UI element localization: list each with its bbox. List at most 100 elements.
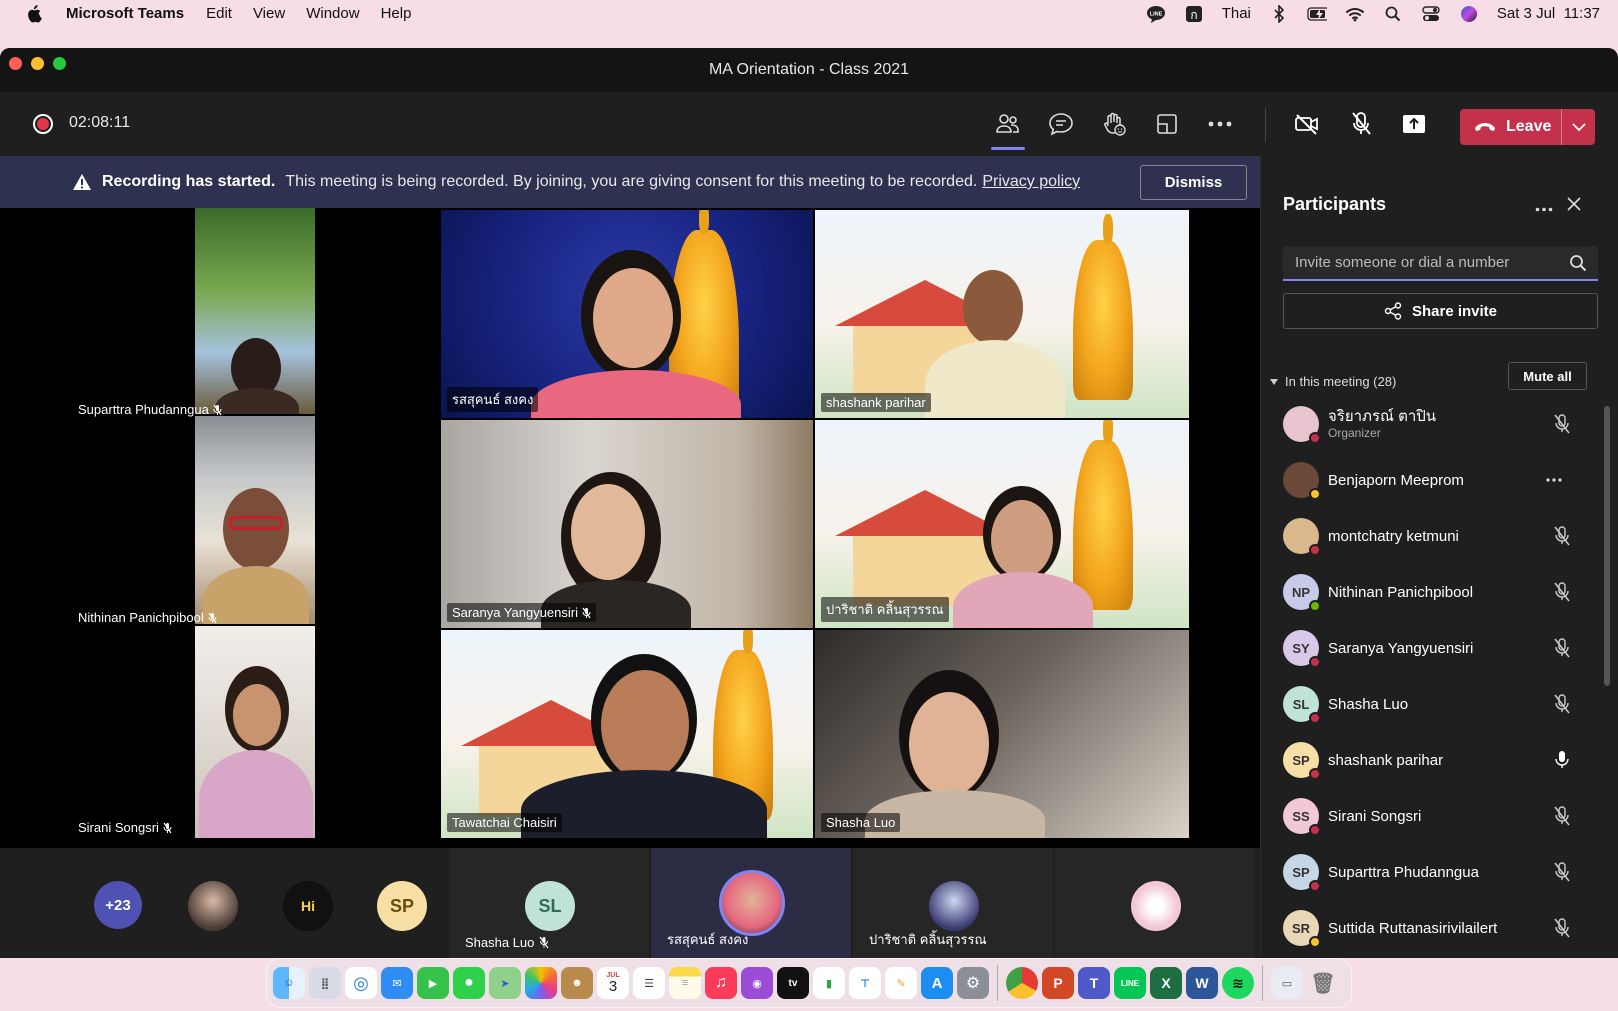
strip-slot-shasha[interactable]: SL Shasha Luo [449, 848, 649, 958]
control-center-icon[interactable] [1421, 5, 1441, 23]
mic-off-icon[interactable] [1551, 637, 1573, 659]
share-invite-button[interactable]: Share invite [1283, 293, 1598, 329]
siri-icon[interactable] [1459, 5, 1479, 23]
video-tile-rossukhon[interactable]: รสสุคนธ์ สงคง [441, 210, 813, 418]
strip-slot-rossukhon[interactable]: รสสุคนธ์ สงคง [651, 848, 851, 958]
menu-view[interactable]: View [253, 5, 285, 22]
dismiss-button[interactable]: Dismiss [1140, 165, 1247, 200]
excel-icon[interactable]: X [1150, 967, 1182, 999]
strip-slot-parichat[interactable]: ปาริชาติ คลิ้นสุวรรณ [853, 848, 1053, 958]
numbers-icon[interactable]: ▮ [813, 967, 845, 999]
app-store-icon[interactable]: A [921, 967, 953, 999]
music-icon[interactable]: ♫ [705, 967, 737, 999]
safari-icon[interactable]: ◎ [345, 967, 377, 999]
teams-icon[interactable]: T [1078, 967, 1110, 999]
participant-row[interactable]: SR Suttida Ruttanasirivilailert [1261, 900, 1601, 956]
mic-off-icon[interactable] [1551, 525, 1573, 547]
zoom-window-button[interactable] [53, 57, 66, 70]
downloads-stack-icon[interactable]: ▭ [1271, 967, 1303, 999]
participants-button[interactable] [988, 104, 1028, 150]
facetime-icon[interactable]: ▶ [417, 967, 449, 999]
pages-icon[interactable]: ✎ [885, 967, 917, 999]
line-app-icon[interactable]: LINE [1146, 5, 1166, 23]
mail-icon[interactable]: ✉ [381, 967, 413, 999]
finder-icon[interactable]: ☺ [273, 967, 305, 999]
chrome-icon[interactable] [1006, 967, 1038, 999]
leave-options-button[interactable] [1562, 122, 1595, 132]
mic-off-icon[interactable] [1551, 581, 1573, 603]
photos-icon[interactable] [525, 967, 557, 999]
menu-app-name[interactable]: Microsoft Teams [66, 5, 184, 22]
participant-row[interactable]: SS Sirani Songsri [1261, 788, 1601, 844]
participant-row[interactable]: SP Suparttra Phudanngua [1261, 844, 1601, 900]
participant-row[interactable]: montchatry ketmuni [1261, 508, 1601, 564]
menubar-clock[interactable]: Sat 3 Jul 11:37 [1497, 5, 1600, 22]
podcasts-icon[interactable]: ◉ [741, 967, 773, 999]
reminders-icon[interactable]: ☰ [633, 967, 665, 999]
video-tile-suparttra[interactable] [195, 208, 315, 414]
leave-button[interactable]: Leave [1460, 109, 1595, 145]
menu-window[interactable]: Window [306, 5, 359, 22]
mic-off-icon[interactable] [1551, 693, 1573, 715]
more-participants-button[interactable]: +23 [94, 881, 142, 929]
spotify-icon[interactable]: ≋ [1222, 967, 1254, 999]
maps-icon[interactable]: ➤ [489, 967, 521, 999]
participant-more-button[interactable] [1543, 469, 1565, 491]
mic-off-icon[interactable] [1551, 861, 1573, 883]
spotlight-search-icon[interactable] [1383, 5, 1403, 23]
notes-icon[interactable]: ≡ [669, 967, 701, 999]
invite-input[interactable] [1283, 246, 1598, 281]
mic-off-icon[interactable] [1551, 413, 1573, 435]
mic-toggle-button[interactable] [1341, 104, 1381, 144]
apple-icon[interactable] [24, 4, 44, 24]
in-meeting-section-toggle[interactable]: In this meeting (28) [1269, 374, 1396, 389]
video-tile-nithinan[interactable] [195, 416, 315, 624]
menu-help[interactable]: Help [381, 5, 412, 22]
mic-on-icon[interactable] [1551, 749, 1573, 771]
calendar-icon[interactable]: JUL 3 [597, 967, 629, 999]
bluetooth-icon[interactable] [1269, 4, 1289, 23]
more-actions-button[interactable] [1200, 104, 1240, 144]
chat-button[interactable] [1041, 104, 1081, 144]
line-icon[interactable]: LINE [1114, 967, 1146, 999]
apple-tv-icon[interactable]: tv [777, 967, 809, 999]
participant-row[interactable]: NP Nithinan Panichpibool [1261, 564, 1601, 620]
contacts-icon[interactable]: ☻ [561, 967, 593, 999]
close-window-button[interactable] [9, 57, 22, 70]
video-tile-parichat[interactable]: ปาริชาติ คลิ้นสุวรรณ [815, 420, 1189, 628]
share-screen-button[interactable] [1394, 104, 1434, 144]
view-switch-button[interactable] [1147, 104, 1187, 144]
launchpad-icon[interactable]: ⣿ [309, 967, 341, 999]
input-source-icon[interactable]: ก [1184, 5, 1204, 23]
video-tile-sirani[interactable] [195, 626, 315, 838]
avatar[interactable]: Hi [283, 881, 333, 931]
mute-all-button[interactable]: Mute all [1508, 362, 1587, 390]
search-icon[interactable] [1569, 254, 1589, 274]
camera-toggle-button[interactable] [1287, 104, 1327, 144]
powerpoint-icon[interactable]: P [1042, 967, 1074, 999]
avatar[interactable] [188, 881, 238, 931]
participant-row[interactable]: SY Saranya Yangyuensiri [1261, 620, 1601, 676]
strip-slot-organizer[interactable] [1055, 848, 1255, 958]
avatar-sp[interactable]: SP [377, 881, 427, 931]
video-tile-tawatchai[interactable]: Tawatchai Chaisiri [441, 630, 813, 838]
wifi-icon[interactable] [1345, 5, 1365, 23]
participant-row[interactable]: Benjaporn Meeprom [1261, 452, 1601, 508]
close-panel-button[interactable] [1566, 196, 1588, 218]
mic-off-icon[interactable] [1551, 917, 1573, 939]
system-preferences-icon[interactable]: ⚙ [957, 967, 989, 999]
video-tile-saranya[interactable]: Saranya Yangyuensiri [441, 420, 813, 628]
menu-edit[interactable]: Edit [206, 5, 232, 22]
keynote-icon[interactable]: ⊤ [849, 967, 881, 999]
video-tile-shasha[interactable]: Shasha Luo [815, 630, 1189, 838]
word-icon[interactable]: W [1186, 967, 1218, 999]
participant-row[interactable]: จริยาภรณ์ ตาปิน Organizer [1261, 396, 1601, 452]
privacy-policy-link[interactable]: Privacy policy [982, 173, 1080, 191]
messages-icon[interactable]: ● [453, 967, 485, 999]
mic-off-icon[interactable] [1551, 805, 1573, 827]
video-tile-shashank[interactable]: shashank parihar [815, 210, 1189, 418]
panel-more-button[interactable] [1531, 196, 1557, 218]
participant-row[interactable]: SL Shasha Luo [1261, 676, 1601, 732]
reactions-button[interactable] [1094, 104, 1134, 144]
participant-row[interactable]: SP shashank parihar [1261, 732, 1601, 788]
